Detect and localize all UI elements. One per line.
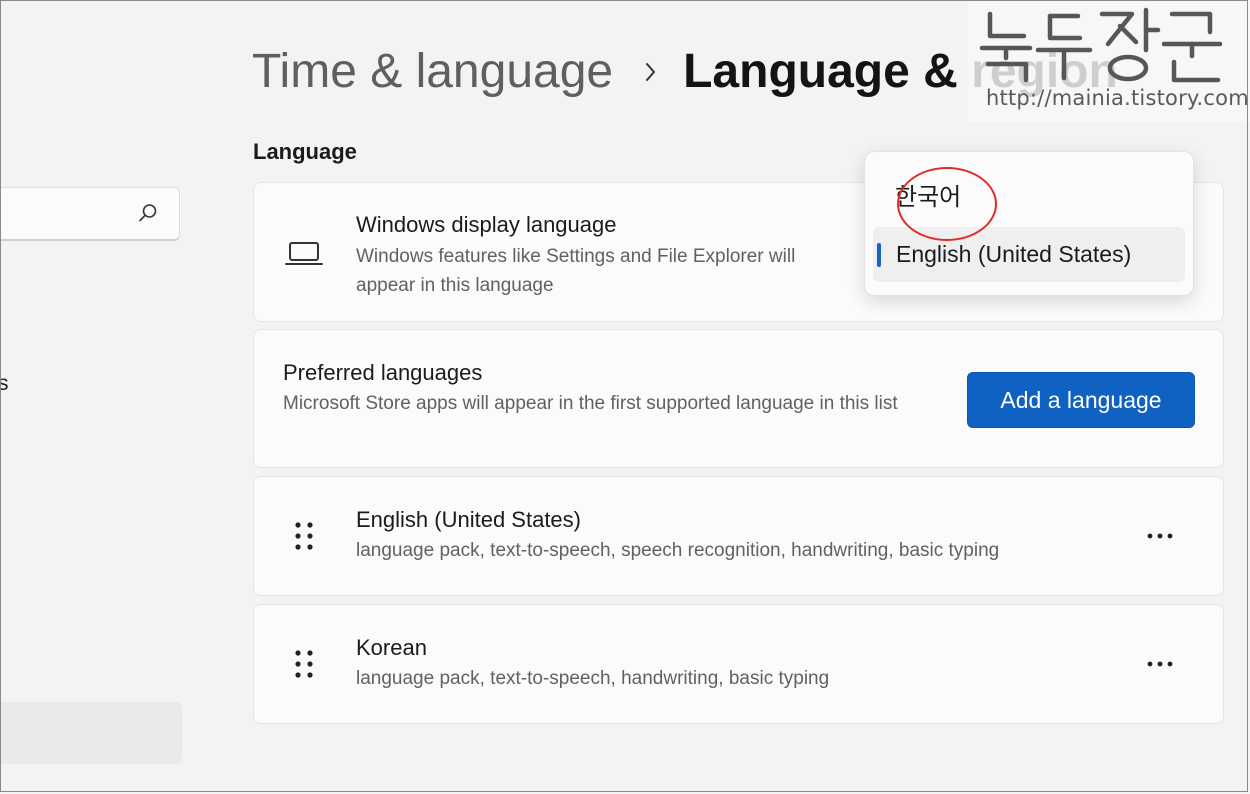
- language-features: language pack, text-to-speech, speech re…: [356, 540, 1000, 561]
- language-name: English (United States): [356, 507, 581, 532]
- watermark-logo: [979, 7, 1223, 83]
- sidebar-item-partial[interactable]: s: [0, 372, 9, 396]
- search-icon[interactable]: [137, 202, 159, 224]
- display-language-description: Windows features like Settings and File …: [356, 246, 796, 296]
- annotation-circle: [897, 167, 997, 241]
- language-features: language pack, text-to-speech, handwriti…: [356, 668, 830, 689]
- chevron-right-icon: [643, 42, 659, 117]
- add-language-button[interactable]: Add a language: [967, 372, 1195, 428]
- preferred-languages-title: Preferred languages: [283, 360, 483, 385]
- preferred-languages-description: Microsoft Store apps will appear in the …: [283, 393, 898, 414]
- settings-search-input[interactable]: [0, 187, 180, 241]
- drag-handle-icon[interactable]: [293, 521, 315, 551]
- language-section-title: Language: [253, 139, 357, 164]
- selection-indicator: [877, 243, 881, 267]
- breadcrumb-parent-link[interactable]: Time & language: [252, 45, 613, 98]
- language-item-korean[interactable]: Korean language pack, text-to-speech, ha…: [253, 604, 1224, 724]
- sidebar: s: [0, 0, 200, 794]
- dropdown-option-english-label: English (United States): [896, 241, 1132, 267]
- laptop-icon: [285, 242, 323, 265]
- more-options-icon[interactable]: [1146, 528, 1176, 544]
- language-item-english[interactable]: English (United States) language pack, t…: [253, 476, 1224, 596]
- sidebar-item-selected[interactable]: [0, 702, 182, 764]
- language-name: Korean: [356, 635, 427, 660]
- watermark-url: http://mainia.tistory.com: [986, 86, 1249, 110]
- display-language-title: Windows display language: [356, 212, 617, 237]
- watermark: http://mainia.tistory.com: [968, 0, 1250, 122]
- drag-handle-icon[interactable]: [293, 649, 315, 679]
- more-options-icon[interactable]: [1146, 656, 1176, 672]
